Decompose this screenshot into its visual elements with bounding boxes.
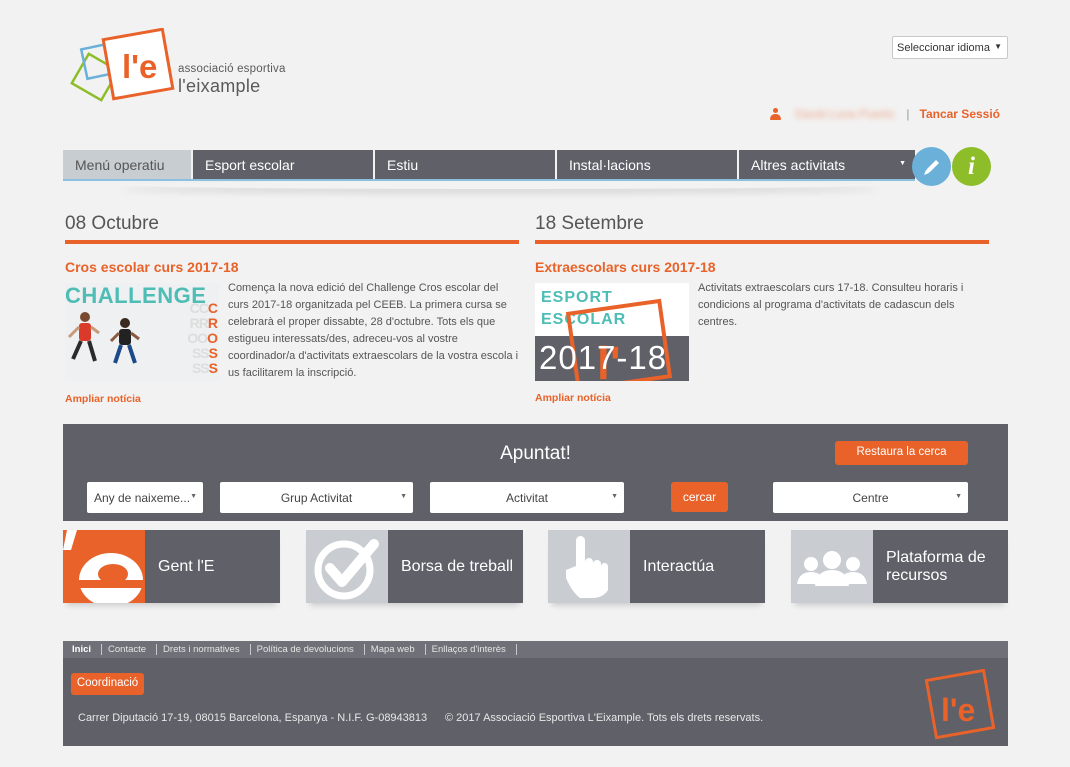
- separator: |: [906, 107, 910, 121]
- news-title[interactable]: Cros escolar curs 2017-18: [65, 259, 519, 275]
- footer-link-mapa-web[interactable]: Mapa web: [365, 644, 426, 655]
- footer-logo-mark: l'e: [941, 692, 975, 728]
- nav-label: Menú operatiu: [75, 157, 165, 173]
- nav-label: Instal·lacions: [569, 157, 651, 173]
- main-nav: Menú operatiu Esport escolar Estiu Insta…: [63, 150, 915, 181]
- language-select-label: Seleccionar idioma: [897, 42, 990, 54]
- read-more-link[interactable]: Ampliar notícia: [65, 393, 519, 405]
- le-logo-icon: [63, 530, 145, 603]
- language-select[interactable]: Seleccionar idioma ▼: [892, 36, 1008, 59]
- news-image[interactable]: CHALLENGE CCC RRR OOO SSS SSS: [65, 283, 219, 381]
- footer-link-enllacos[interactable]: Enllaços d'interès: [426, 644, 517, 655]
- logo-squares-icon: l'e: [70, 27, 175, 102]
- user-bar: David Luna Puerto | Tancar Sessió: [769, 107, 1000, 121]
- news-item: 18 Setembre Extraescolars curs 2017-18 E…: [535, 213, 989, 404]
- people-icon: [791, 530, 873, 603]
- user-name[interactable]: David Luna Puerto: [795, 107, 894, 121]
- tile-label: Gent l'E: [158, 557, 215, 575]
- tile-interactua[interactable]: Interactúa: [548, 530, 765, 603]
- group-select[interactable]: Grup Activitat ▼: [220, 482, 413, 513]
- coordination-button[interactable]: Coordinació: [71, 673, 144, 695]
- reset-search-button[interactable]: Restaura la cerca: [835, 441, 968, 465]
- nav-label: Esport escolar: [205, 157, 295, 173]
- news-date: 08 Octubre: [65, 213, 519, 244]
- footer-links: Inici Contacte Drets i normatives Políti…: [63, 641, 1008, 658]
- footer-logo-icon[interactable]: l'e: [925, 669, 997, 741]
- news-body: Activitats extraescolars curs 17-18. Con…: [698, 282, 964, 328]
- news-body: Comença la nova edició del Challenge Cro…: [228, 282, 519, 379]
- nav-item-installacions[interactable]: Instal·lacions: [557, 150, 739, 179]
- user-icon: [769, 108, 781, 120]
- pencil-icon: [923, 159, 939, 175]
- logo-mark: l'e: [122, 48, 157, 85]
- info-button[interactable]: i: [952, 147, 991, 186]
- caret-down-icon: ▼: [994, 42, 1002, 51]
- nav-item-estiu[interactable]: Estiu: [375, 150, 557, 179]
- hand-pointer-icon: [548, 530, 630, 603]
- logout-link[interactable]: Tancar Sessió: [920, 107, 1000, 121]
- select-value: Activitat: [505, 491, 548, 505]
- tile-gent-le[interactable]: Gent l'E: [63, 530, 280, 603]
- news-title[interactable]: Extraescolars curs 2017-18: [535, 259, 989, 275]
- checkmark-icon: [306, 530, 388, 603]
- footer-link-devolucions[interactable]: Política de devolucions: [251, 644, 365, 655]
- footer-copyright: © 2017 Associació Esportiva L'Eixample. …: [445, 712, 764, 724]
- footer-link-inici[interactable]: Inici: [66, 644, 103, 655]
- birth-year-select[interactable]: Any de naixeme... ▼: [87, 482, 203, 513]
- logo-line1: associació esportiva: [178, 63, 286, 75]
- read-more-link[interactable]: Ampliar notícia: [535, 392, 989, 404]
- news-item: 08 Octubre Cros escolar curs 2017-18 CHA…: [65, 213, 519, 405]
- footer: Inici Contacte Drets i normatives Políti…: [63, 641, 1008, 746]
- tile-plataforma-de-recursos[interactable]: Plataforma de recursos: [791, 530, 1008, 603]
- news-image-year: 2017-18: [539, 339, 668, 376]
- search-panel: Apuntat! Restaura la cerca Any de naixem…: [63, 424, 1008, 521]
- nav-item-esport-escolar[interactable]: Esport escolar: [193, 150, 375, 179]
- select-value: Any de naixeme...: [94, 491, 191, 505]
- tile-label: Plataforma de recursos: [886, 548, 986, 584]
- site-logo[interactable]: l'e associació esportiva l'eixample: [70, 27, 310, 110]
- edit-button[interactable]: [912, 147, 951, 186]
- nav-shadow: [120, 181, 880, 189]
- center-select[interactable]: Centre ▼: [773, 482, 968, 513]
- select-value: Grup Activitat: [280, 491, 353, 505]
- footer-link-drets[interactable]: Drets i normatives: [157, 644, 251, 655]
- caret-down-icon: ▼: [190, 493, 197, 500]
- info-icon: i: [968, 152, 975, 180]
- footer-address: Carrer Diputació 17-19, 08015 Barcelona,…: [78, 712, 428, 724]
- nav-item-altres-activitats[interactable]: Altres activitats ▼: [739, 150, 915, 179]
- nav-label: Altres activitats: [751, 157, 846, 173]
- select-value: Centre: [852, 491, 889, 505]
- tile-borsa-de-treball[interactable]: Borsa de treball: [306, 530, 523, 603]
- logo-line2: l'eixample: [178, 75, 261, 96]
- nav-item-menu-operatiu[interactable]: Menú operatiu: [63, 150, 193, 179]
- caret-down-icon: ▼: [899, 160, 906, 167]
- caret-down-icon: ▼: [611, 493, 618, 500]
- tile-label: Interactúa: [643, 557, 715, 575]
- news-image[interactable]: ESPORT ESCOLAR l' 2017-18: [535, 283, 689, 381]
- activity-select[interactable]: Activitat ▼: [430, 482, 624, 513]
- footer-link-contacte[interactable]: Contacte: [102, 644, 158, 655]
- tile-label: Borsa de treball: [401, 557, 514, 575]
- runners-icon: [67, 312, 140, 364]
- caret-down-icon: ▼: [955, 493, 962, 500]
- search-button[interactable]: cercar: [671, 482, 728, 512]
- nav-label: Estiu: [387, 157, 419, 173]
- caret-down-icon: ▼: [400, 493, 407, 500]
- news-date: 18 Setembre: [535, 213, 989, 244]
